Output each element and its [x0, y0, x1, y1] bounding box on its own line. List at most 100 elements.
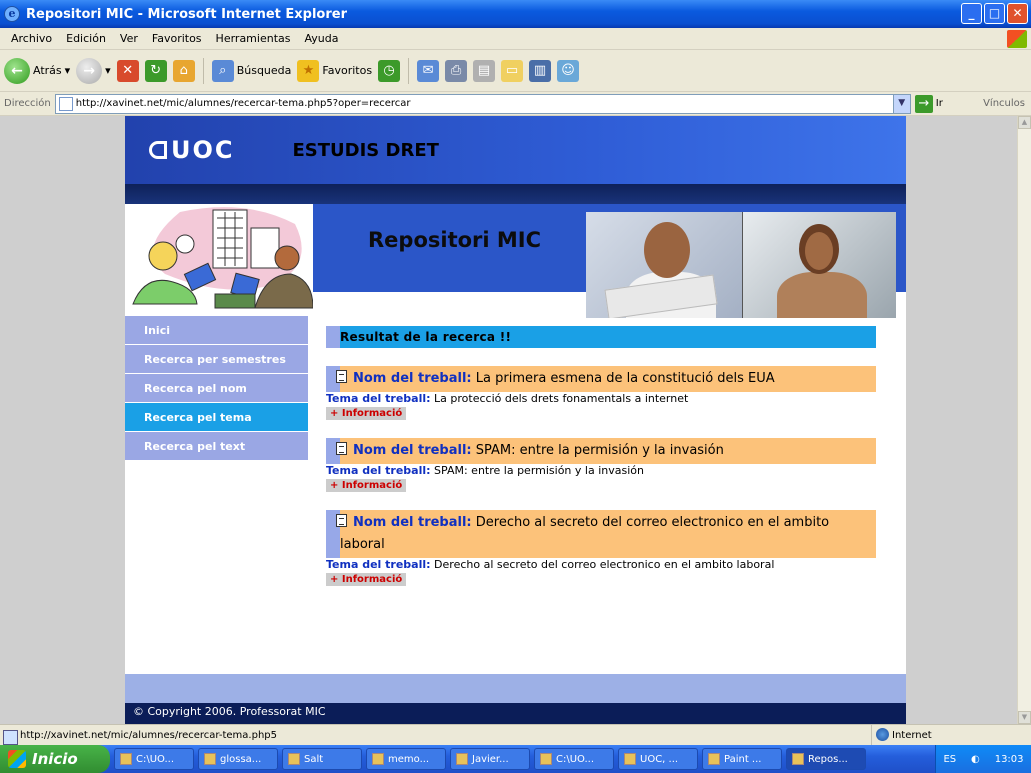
- more-info-button[interactable]: + Informació: [326, 479, 407, 492]
- document-icon: [336, 514, 347, 527]
- menu-ayuda[interactable]: Ayuda: [297, 32, 345, 45]
- taskbar-button[interactable]: Javier...: [450, 748, 530, 770]
- back-button[interactable]: ← Atrás ▾: [4, 57, 70, 84]
- copyright-text: © Copyright 2006. Professorat MIC: [133, 705, 326, 718]
- result-theme: Tema del treball: Derecho al secreto del…: [326, 558, 775, 571]
- discuss-icon[interactable]: ▭: [501, 59, 524, 82]
- go-arrow-icon: →: [914, 94, 933, 113]
- taskbar-button[interactable]: C:\UO...: [114, 748, 194, 770]
- menu-archivo[interactable]: Archivo: [4, 32, 59, 45]
- windows-flag-icon: [8, 750, 26, 768]
- window-title: Repositori MIC - Microsoft Internet Expl…: [26, 6, 348, 22]
- toolbar: ← Atrás ▾ → ▾ ✕ ↻ ⌂ ⌕ Búsqueda ★ Favoritos…: [0, 50, 1031, 92]
- forward-button[interactable]: → ▾: [76, 57, 111, 84]
- banner-photo: [586, 212, 896, 318]
- uoc-logo: UOC: [149, 136, 235, 164]
- folder-icon: [540, 753, 552, 765]
- taskbar-button[interactable]: Paint ...: [702, 748, 782, 770]
- result-title: Nom del treball: La primera esmena de la…: [326, 366, 876, 392]
- taskbar-button[interactable]: C:\UO...: [534, 748, 614, 770]
- security-zone: Internet: [871, 725, 1031, 745]
- taskbar-button-active[interactable]: Repos...: [786, 748, 866, 770]
- print-icon[interactable]: ⎙: [445, 59, 468, 82]
- app-icon: [288, 753, 300, 765]
- page-viewport: UOC ESTUDIS DRET Repositori MIC Inici Re…: [0, 116, 1031, 724]
- site-footer: © Copyright 2006. Professorat MIC: [125, 674, 906, 724]
- menu-herramientas[interactable]: Herramientas: [209, 32, 298, 45]
- menu-edicion[interactable]: Edición: [59, 32, 113, 45]
- home-icon[interactable]: ⌂: [172, 59, 195, 82]
- site-title: ESTUDIS DRET: [292, 139, 439, 161]
- uoc-logo-mark: [149, 141, 167, 159]
- history-icon[interactable]: ◷: [378, 59, 401, 82]
- status-url: http://xavinet.net/mic/alumnes/recercar-…: [0, 729, 277, 745]
- search-button[interactable]: ⌕ Búsqueda: [211, 59, 291, 82]
- nav-recerca-tema[interactable]: Recerca pel tema: [125, 403, 308, 432]
- refresh-icon[interactable]: ↻: [144, 59, 167, 82]
- forward-arrow-icon: →: [76, 57, 103, 84]
- word-icon: [456, 753, 468, 765]
- taskbar: Inicio C:\UO... glossa... Salt memo... J…: [0, 745, 1031, 773]
- scroll-up-icon[interactable]: ▲: [1018, 116, 1031, 129]
- result-theme: Tema del treball: SPAM: entre la permisi…: [326, 464, 644, 477]
- result-title: Nom del treball: SPAM: entre la permisió…: [326, 438, 876, 464]
- windows-logo-icon: [1007, 30, 1027, 48]
- ie-icon: [792, 753, 804, 765]
- nav-recerca-nom[interactable]: Recerca pel nom: [125, 374, 308, 403]
- document-icon: [336, 442, 347, 455]
- edit-icon[interactable]: ▤: [473, 59, 496, 82]
- start-button[interactable]: Inicio: [0, 745, 110, 773]
- photo-man: [586, 212, 742, 318]
- maximize-button[interactable]: □: [984, 3, 1005, 24]
- menu-bar: Archivo Edición Ver Favoritos Herramient…: [0, 28, 1031, 50]
- taskbar-button[interactable]: UOC, ...: [618, 748, 698, 770]
- clock: 13:03: [994, 753, 1024, 765]
- address-bar: Dirección http://xavinet.net/mic/alumnes…: [0, 92, 1031, 116]
- go-button[interactable]: → Ir: [914, 94, 943, 113]
- menu-favoritos[interactable]: Favoritos: [145, 32, 209, 45]
- ie-icon: e: [4, 6, 20, 22]
- word-icon: [372, 753, 384, 765]
- more-info-button[interactable]: + Informació: [326, 573, 407, 586]
- side-nav: Inici Recerca per semestres Recerca pel …: [125, 316, 308, 482]
- result-theme: Tema del treball: La protecció dels dret…: [326, 392, 689, 405]
- photo-woman: [742, 212, 896, 318]
- nav-recerca-semestres[interactable]: Recerca per semestres: [125, 345, 308, 374]
- back-arrow-icon: ←: [4, 57, 30, 84]
- minimize-button[interactable]: _: [961, 3, 982, 24]
- close-button[interactable]: ✕: [1007, 3, 1028, 24]
- header-divider: [125, 184, 906, 204]
- messenger-icon[interactable]: ☺: [557, 59, 580, 82]
- document-icon: [336, 370, 347, 383]
- menu-ver[interactable]: Ver: [113, 32, 145, 45]
- stop-icon[interactable]: ✕: [116, 59, 139, 82]
- nav-inici[interactable]: Inici: [125, 316, 308, 345]
- more-info-button[interactable]: + Informació: [326, 407, 407, 420]
- favorites-button[interactable]: ★ Favoritos: [297, 59, 372, 82]
- taskbar-button[interactable]: glossa...: [198, 748, 278, 770]
- site-header: UOC ESTUDIS DRET: [125, 116, 906, 184]
- address-input[interactable]: http://xavinet.net/mic/alumnes/recercar-…: [54, 93, 911, 114]
- taskbar-button[interactable]: memo...: [366, 748, 446, 770]
- search-icon: ⌕: [211, 59, 234, 82]
- word-icon: [204, 753, 216, 765]
- links-button[interactable]: Vínculos: [983, 98, 1031, 109]
- taskbar-button[interactable]: Salt: [282, 748, 362, 770]
- mail-icon[interactable]: ✉: [417, 59, 440, 82]
- ie-window: e Repositori MIC - Microsoft Internet Ex…: [0, 0, 1031, 773]
- results-heading: Resultat de la recerca !!: [326, 326, 876, 348]
- language-indicator[interactable]: ES: [943, 754, 956, 765]
- result-item: Nom del treball: Derecho al secreto del …: [326, 510, 876, 586]
- result-item: Nom del treball: La primera esmena de la…: [326, 366, 876, 420]
- folder-icon: [120, 753, 132, 765]
- paint-icon: [708, 753, 720, 765]
- nav-recerca-text[interactable]: Recerca pel text explicatiu: [125, 432, 308, 482]
- vertical-scrollbar[interactable]: ▲ ▼: [1017, 116, 1031, 724]
- banner-title: Repositori MIC: [368, 228, 542, 252]
- research-icon[interactable]: ▥: [529, 59, 552, 82]
- address-label: Dirección: [4, 98, 51, 109]
- star-icon: ★: [297, 59, 320, 82]
- network-icon[interactable]: ◐: [971, 754, 980, 765]
- address-dropdown[interactable]: ▼: [892, 94, 910, 113]
- scroll-down-icon[interactable]: ▼: [1018, 711, 1031, 724]
